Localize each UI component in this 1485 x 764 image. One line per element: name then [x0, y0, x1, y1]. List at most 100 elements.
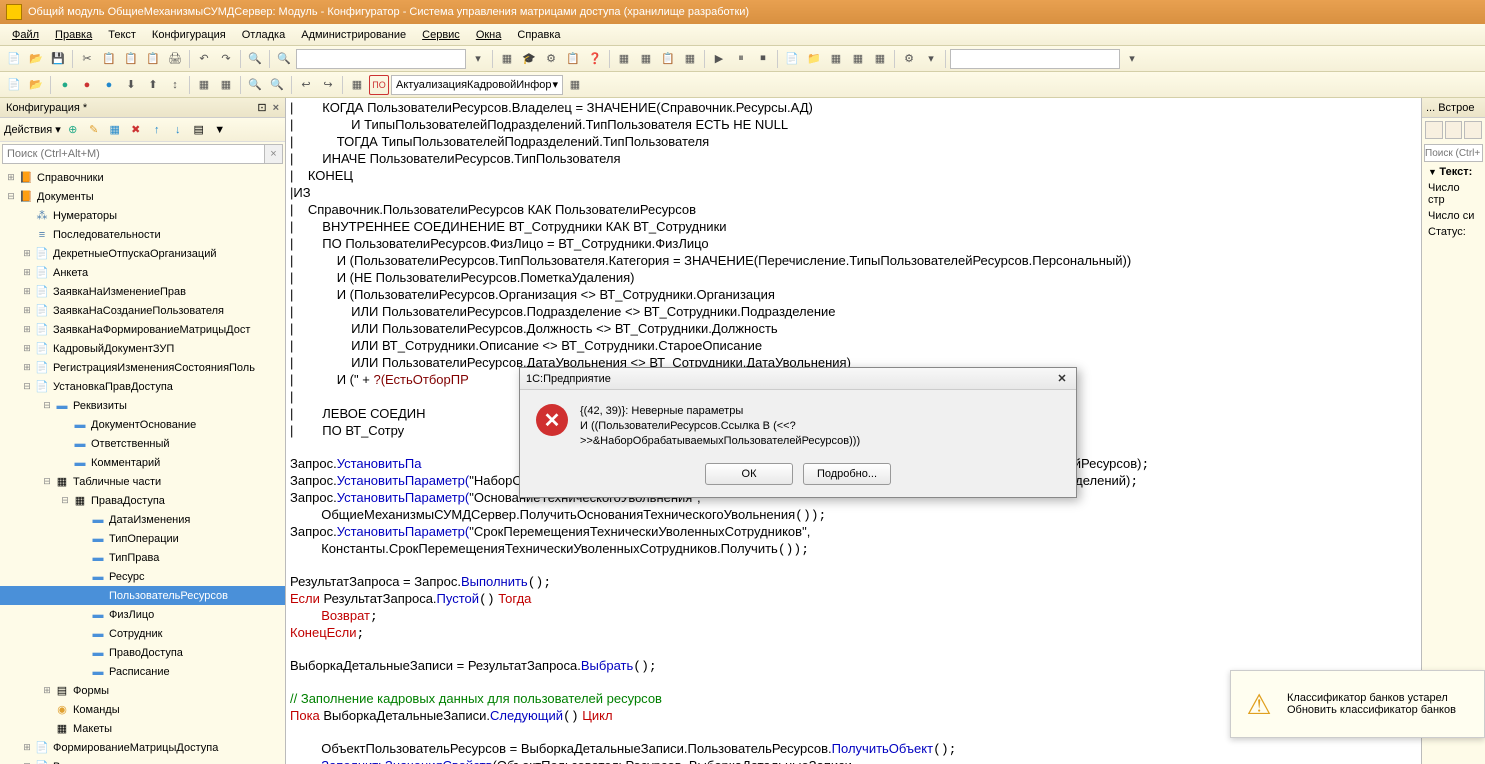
- tb-a-icon[interactable]: ▦: [497, 49, 517, 69]
- tree-req-2[interactable]: ▬Ответственный: [0, 434, 285, 453]
- tree-req[interactable]: ⊟▬Реквизиты: [0, 396, 285, 415]
- t2j-icon[interactable]: ▦: [216, 75, 236, 95]
- tree-tp[interactable]: ⊟▦ПраваДоступа: [0, 491, 285, 510]
- ab-down-icon[interactable]: ↓: [169, 121, 187, 139]
- menu-windows[interactable]: Окна: [468, 29, 510, 41]
- t2e-icon[interactable]: ●: [99, 75, 119, 95]
- tree-doc-6[interactable]: ⊞📄КадровыйДокументЗУП: [0, 339, 285, 358]
- search-dropdown-icon[interactable]: ▾: [468, 49, 488, 69]
- tree-doc-8[interactable]: ⊟📄УстановкаПравДоступа: [0, 377, 285, 396]
- tree-tp-7[interactable]: ▬Сотрудник: [0, 624, 285, 643]
- undo-icon[interactable]: ↶: [194, 49, 214, 69]
- tree-doc-5[interactable]: ⊞📄ЗаявкаНаФормированиеМатрицыДост: [0, 320, 285, 339]
- tb-l-icon[interactable]: 📄: [782, 49, 802, 69]
- tree-tp-5-selected[interactable]: ▬ПользовательРесурсов: [0, 586, 285, 605]
- t2p-icon[interactable]: ПО: [369, 75, 389, 95]
- t2c-icon[interactable]: ●: [55, 75, 75, 95]
- tb-q-icon[interactable]: ⚙: [899, 49, 919, 69]
- tree-doc-3[interactable]: ⊞📄ЗаявкаНаИзменениеПрав: [0, 282, 285, 301]
- tb-j-icon[interactable]: ⏸: [731, 49, 751, 69]
- t2a-icon[interactable]: 📄: [4, 75, 24, 95]
- save-icon[interactable]: 💾: [48, 49, 68, 69]
- tb-n-icon[interactable]: ▦: [826, 49, 846, 69]
- t2m-icon[interactable]: ↩: [296, 75, 316, 95]
- tb-h-icon[interactable]: ▦: [680, 49, 700, 69]
- t2d-icon[interactable]: ●: [77, 75, 97, 95]
- paste2-icon[interactable]: 📋: [143, 49, 163, 69]
- t2g-icon[interactable]: ⬆: [143, 75, 163, 95]
- cut-icon[interactable]: ✂: [77, 49, 97, 69]
- tree-doc-7[interactable]: ⊞📄РегистрацияИзмененияСостоянияПоль: [0, 358, 285, 377]
- t2q-icon[interactable]: ▦: [565, 75, 585, 95]
- new-icon[interactable]: 📄: [4, 49, 24, 69]
- tree-tp-2[interactable]: ▬ТипОперации: [0, 529, 285, 548]
- tree-spravochniki[interactable]: ⊞📙Справочники: [0, 168, 285, 187]
- dialog-close-icon[interactable]: ✕: [1054, 372, 1070, 385]
- details-button[interactable]: Подробно...: [803, 463, 891, 485]
- ab-add-icon[interactable]: ⊕: [64, 121, 82, 139]
- menu-edit[interactable]: Правка: [47, 29, 100, 41]
- tb-f-icon[interactable]: ▦: [636, 49, 656, 69]
- tb-i-icon[interactable]: ▶: [709, 49, 729, 69]
- tree-tp-9[interactable]: ▬Расписание: [0, 662, 285, 681]
- t2n-icon[interactable]: ↪: [318, 75, 338, 95]
- tb-k-icon[interactable]: ⏹: [753, 49, 773, 69]
- actions-dropdown-icon[interactable]: ▾: [55, 123, 61, 136]
- tb-o-icon[interactable]: ▦: [848, 49, 868, 69]
- find-icon[interactable]: 🔍: [245, 49, 265, 69]
- tb-c-icon[interactable]: ⚙: [541, 49, 561, 69]
- menu-help[interactable]: Справка: [509, 29, 568, 41]
- tb-e-icon[interactable]: ▦: [614, 49, 634, 69]
- tree-documents[interactable]: ⊟📙Документы: [0, 187, 285, 206]
- rp-btn1-icon[interactable]: [1425, 121, 1443, 139]
- menu-config[interactable]: Конфигурация: [144, 29, 234, 41]
- tree-search-clear-icon[interactable]: ×: [265, 144, 283, 164]
- t2i-icon[interactable]: ▦: [194, 75, 214, 95]
- ab-edit-icon[interactable]: ✎: [85, 121, 103, 139]
- help-icon[interactable]: ❓: [585, 49, 605, 69]
- t2k-icon[interactable]: 🔍: [245, 75, 265, 95]
- config-tree[interactable]: ⊞📙Справочники ⊟📙Документы ⁂Нумераторы ≡П…: [0, 166, 285, 764]
- tree-doc-10[interactable]: ⊞📄Встреча: [0, 757, 285, 764]
- rp-btn2-icon[interactable]: [1445, 121, 1463, 139]
- menu-file[interactable]: Файл: [4, 29, 47, 41]
- paste-icon[interactable]: 📋: [121, 49, 141, 69]
- tree-numerators[interactable]: ⁂Нумераторы: [0, 206, 285, 225]
- tb-s-icon[interactable]: ▾: [1122, 49, 1142, 69]
- tree-sequences[interactable]: ≡Последовательности: [0, 225, 285, 244]
- tb-r-icon[interactable]: ▾: [921, 49, 941, 69]
- search-input[interactable]: [296, 49, 466, 69]
- tb-g-icon[interactable]: 📋: [658, 49, 678, 69]
- tree-doc-9[interactable]: ⊞📄ФормированиеМатрицыДоступа: [0, 738, 285, 757]
- tree-mkt[interactable]: ▦Макеты: [0, 719, 285, 738]
- ab-sort-icon[interactable]: ▤: [190, 121, 208, 139]
- tb-d-icon[interactable]: 📋: [563, 49, 583, 69]
- tb-b-icon[interactable]: 🎓: [519, 49, 539, 69]
- print-icon[interactable]: 🖨: [165, 49, 185, 69]
- panel-pin-icon[interactable]: ⊡: [257, 102, 266, 114]
- tree-tp-8[interactable]: ▬ПравоДоступа: [0, 643, 285, 662]
- tree-forms[interactable]: ⊞▤Формы: [0, 681, 285, 700]
- search-icon[interactable]: 🔍: [274, 49, 294, 69]
- ok-button[interactable]: ОК: [705, 463, 793, 485]
- t2o-icon[interactable]: ▦: [347, 75, 367, 95]
- ab-filter-icon[interactable]: ▼: [211, 121, 229, 139]
- ab-up-icon[interactable]: ↑: [148, 121, 166, 139]
- tree-req-1[interactable]: ▬ДокументОснование: [0, 415, 285, 434]
- tree-tp-1[interactable]: ▬ДатаИзменения: [0, 510, 285, 529]
- tb-m-icon[interactable]: 📁: [804, 49, 824, 69]
- copy-icon[interactable]: 📋: [99, 49, 119, 69]
- t2f-icon[interactable]: ⬇: [121, 75, 141, 95]
- tree-tabs[interactable]: ⊟▦Табличные части: [0, 472, 285, 491]
- tree-cmds[interactable]: ◉Команды: [0, 700, 285, 719]
- tree-doc-4[interactable]: ⊞📄ЗаявкаНаСозданиеПользователя: [0, 301, 285, 320]
- rp-search-input[interactable]: [1424, 144, 1483, 162]
- t2l-icon[interactable]: 🔍: [267, 75, 287, 95]
- tree-tp-4[interactable]: ▬Ресурс: [0, 567, 285, 586]
- menu-text[interactable]: Текст: [100, 29, 144, 41]
- tree-req-3[interactable]: ▬Комментарий: [0, 453, 285, 472]
- panel-close-icon[interactable]: ×: [273, 102, 279, 114]
- t2h-icon[interactable]: ↕: [165, 75, 185, 95]
- menu-debug[interactable]: Отладка: [234, 29, 293, 41]
- menu-service[interactable]: Сервис: [414, 29, 468, 41]
